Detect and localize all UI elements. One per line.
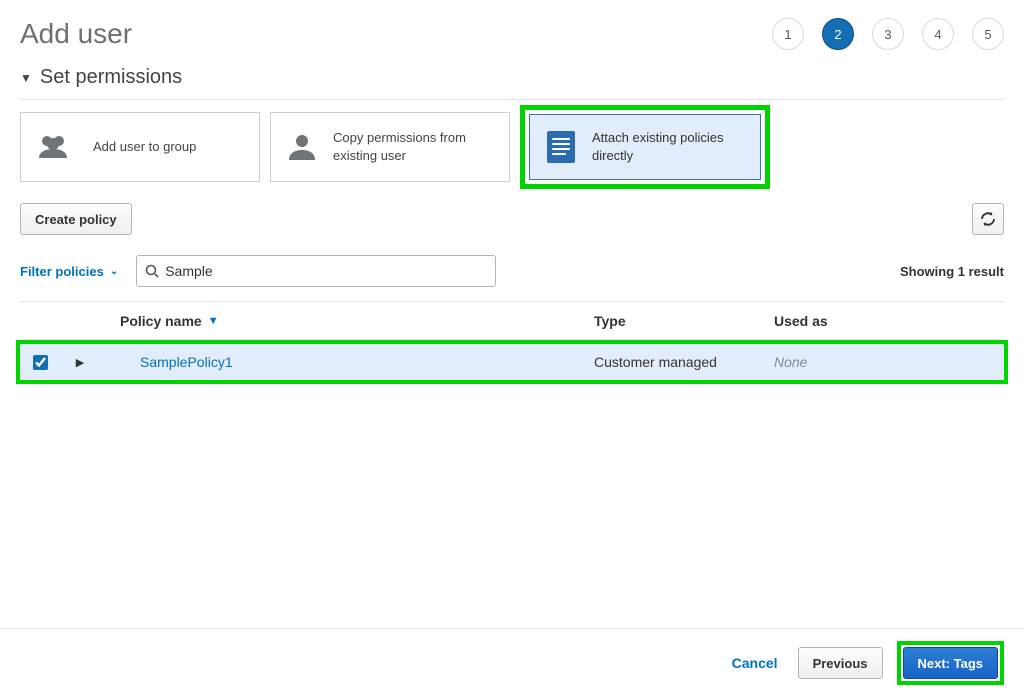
perm-card-copy-permissions[interactable]: Copy permissions from existing user [270, 112, 510, 182]
filter-label: Filter policies [20, 264, 104, 279]
caret-down-icon: ▼ [20, 71, 32, 85]
column-type[interactable]: Type [594, 313, 774, 329]
table-header: Policy name ▼ Type Used as [20, 302, 1004, 340]
search-box[interactable] [136, 255, 496, 287]
filter-policies-dropdown[interactable]: Filter policies ⌄ [20, 264, 118, 279]
wizard-step-3[interactable]: 3 [872, 18, 904, 50]
result-count: Showing 1 result [900, 264, 1004, 279]
highlighted-next: Next: Tags [897, 641, 1005, 685]
wizard-step-2[interactable]: 2 [822, 18, 854, 50]
wizard-step-4[interactable]: 4 [922, 18, 954, 50]
policy-type: Customer managed [594, 354, 774, 370]
perm-card-label: Attach existing policies directly [592, 129, 746, 165]
policy-used-as: None [774, 354, 1004, 370]
perm-card-label: Add user to group [93, 138, 196, 156]
chevron-down-icon: ⌄ [110, 266, 118, 277]
sort-down-icon: ▼ [208, 315, 219, 327]
expand-row[interactable]: ▶ [60, 356, 100, 369]
wizard-steps: 1 2 3 4 5 [772, 18, 1004, 50]
wizard-step-1[interactable]: 1 [772, 18, 804, 50]
highlighted-row: ▶ SamplePolicy1 Customer managed None [16, 340, 1008, 384]
document-icon [544, 129, 578, 165]
person-icon [285, 132, 319, 162]
table-row[interactable]: ▶ SamplePolicy1 Customer managed None [20, 344, 1004, 380]
column-label: Policy name [120, 313, 202, 329]
search-icon [145, 264, 159, 278]
search-input[interactable] [165, 263, 487, 279]
perm-card-label: Copy permissions from existing user [333, 129, 495, 165]
policy-link[interactable]: SamplePolicy1 [120, 354, 233, 370]
column-used-as[interactable]: Used as [774, 313, 1004, 329]
cancel-button[interactable]: Cancel [732, 655, 778, 671]
wizard-step-5[interactable]: 5 [972, 18, 1004, 50]
next-button[interactable]: Next: Tags [903, 647, 999, 679]
refresh-icon [980, 211, 996, 227]
perm-card-add-to-group[interactable]: Add user to group [20, 112, 260, 182]
previous-button[interactable]: Previous [798, 647, 883, 679]
create-policy-button[interactable]: Create policy [20, 203, 132, 235]
caret-right-icon: ▶ [76, 356, 84, 369]
perm-card-attach-policies[interactable]: Attach existing policies directly [520, 105, 770, 189]
section-title: Set permissions [40, 66, 182, 89]
column-policy-name[interactable]: Policy name ▼ [100, 313, 594, 329]
page-title: Add user [20, 18, 132, 50]
group-icon [35, 132, 79, 162]
wizard-footer: Cancel Previous Next: Tags [0, 628, 1024, 697]
set-permissions-header[interactable]: ▼ Set permissions [0, 66, 1024, 99]
row-checkbox[interactable] [33, 355, 48, 370]
refresh-button[interactable] [972, 203, 1004, 235]
